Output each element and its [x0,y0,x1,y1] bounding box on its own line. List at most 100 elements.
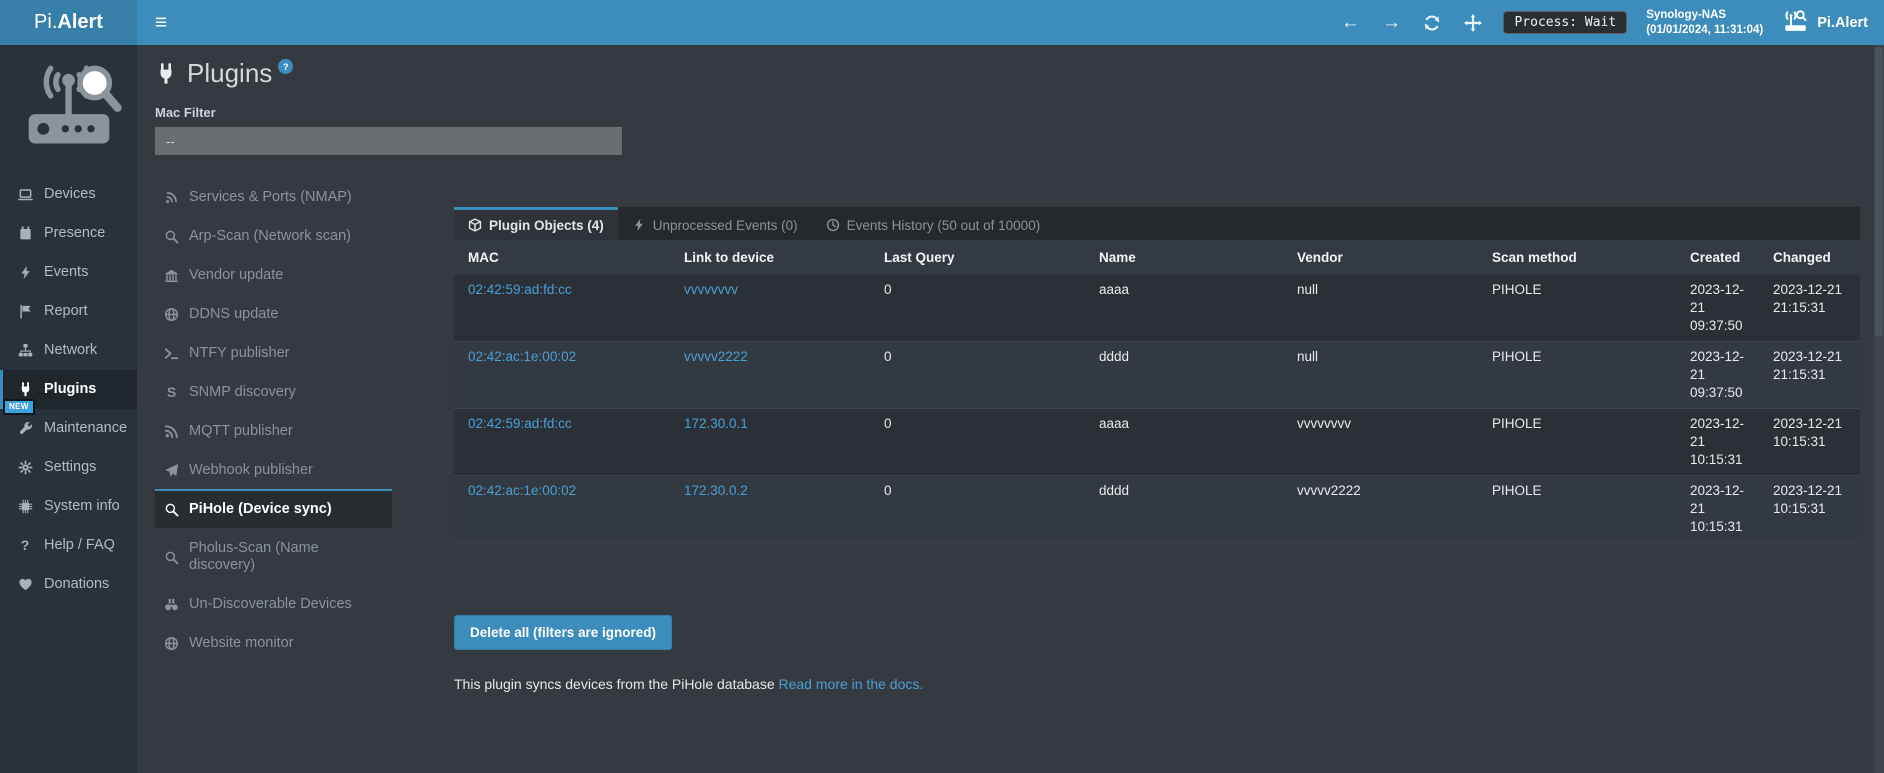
app-logo: Pi.Alert [1782,9,1868,37]
table-row: 02:42:59:ad:fd:ccvvvvvvvv0aaaanullPIHOLE… [454,275,1860,342]
column-header-name: Name [1085,240,1283,275]
tab-plugin-objects-4[interactable]: Plugin Objects (4) [454,207,618,240]
search-icon [163,550,180,565]
cell-scan-method: PIHOLE [1478,476,1676,543]
docs-link[interactable]: Read more in the docs. [779,676,924,692]
plugin-nav-item-un-discoverable-devices[interactable]: Un-Discoverable Devices [155,584,392,623]
table-body: 02:42:59:ad:fd:ccvvvvvvvv0aaaanullPIHOLE… [454,275,1860,543]
table-row: 02:42:ac:1e:00:02172.30.0.20ddddvvvvv222… [454,476,1860,543]
plugin-objects-table: MACLink to deviceLast QueryNameVendorSca… [454,240,1860,543]
cell-vendor: vvvvv2222 [1283,476,1478,543]
cell-changed: 2023-12-21 10:15:31 [1759,476,1860,543]
tab-label: Events History (50 out of 10000) [847,218,1041,233]
router-icon [1782,9,1809,37]
refresh-icon[interactable] [1421,14,1443,32]
mac-filter-input[interactable] [155,127,622,155]
cell-created: 2023-12-21 10:15:31 [1676,476,1759,543]
table-row: 02:42:ac:1e:00:02vvvvv22220ddddnullPIHOL… [454,342,1860,409]
heart-icon [16,577,34,592]
plugin-nav-item-arp-scan-network-scan[interactable]: Arp-Scan (Network scan) [155,216,392,255]
plugin-nav-item-ddns-update[interactable]: DDNS update [155,294,392,333]
plugin-nav-item-snmp-discovery[interactable]: SSNMP discovery [155,372,392,411]
sidebar-item-system-info[interactable]: System info [0,487,137,526]
arrow-right-icon[interactable]: → [1380,13,1402,32]
cell-mac: 02:42:ac:1e:00:02 [454,342,670,409]
plugin-nav-item-mqtt-publisher[interactable]: MQTT publisher [155,411,392,450]
sidebar-item-settings[interactable]: Settings [0,448,137,487]
sidebar-item-label: Presence [44,225,105,242]
sidebar-item-help-faq[interactable]: ?Help / FAQ [0,526,137,565]
plugin-nav-item-label: Vendor update [189,267,283,284]
scrollbar-thumb[interactable] [1875,47,1883,337]
mac-link[interactable]: 02:42:ac:1e:00:02 [468,483,576,498]
page-scrollbar[interactable] [1874,45,1884,773]
device-link[interactable]: vvvvvvvv [684,282,738,297]
question-icon: ? [16,538,34,553]
calendar-icon [16,226,34,241]
plugin-nav-item-website-monitor[interactable]: Website monitor [155,623,392,662]
plugin-nav-item-webhook-publisher[interactable]: Webhook publisher [155,450,392,489]
mac-link[interactable]: 02:42:59:ad:fd:cc [468,416,572,431]
cell-link: vvvvvvvv [670,275,870,342]
brand-prefix: Pi. [34,11,57,34]
bolt-icon [632,218,646,232]
sidebar-item-label: Devices [44,186,96,203]
mac-link[interactable]: 02:42:ac:1e:00:02 [468,349,576,364]
navbar-icons: ←→ [1339,13,1484,32]
plugin-note: This plugin syncs devices from the PiHol… [454,676,1860,692]
move-icon[interactable] [1462,14,1484,32]
arrow-left-icon[interactable]: ← [1339,13,1361,32]
pialert-router-logo [0,45,137,175]
satellite-dish-icon [163,190,180,205]
cell-vendor: null [1283,275,1478,342]
sidebar-item-network[interactable]: Network [0,331,137,370]
bolt-icon [16,265,34,280]
tab-events-history-50-out-of-10000[interactable]: Events History (50 out of 10000) [812,207,1055,240]
host-info: Synology-NAS (01/01/2024, 11:31:04) [1646,8,1763,38]
delete-all-button[interactable]: Delete all (filters are ignored) [454,615,672,650]
help-badge[interactable]: ? [278,59,293,74]
plugin-nav-item-services-ports-nmap[interactable]: Services & Ports (NMAP) [155,177,392,216]
paper-plane-icon [163,463,180,478]
sidebar-item-maintenance[interactable]: MaintenanceNEW [0,409,137,448]
sidebar-item-events[interactable]: Events [0,253,137,292]
sidebar-item-donations[interactable]: Donations [0,565,137,604]
plugin-nav-item-label: MQTT publisher [189,423,293,440]
plug-icon [16,382,34,397]
sidebar-item-report[interactable]: Report [0,292,137,331]
device-link[interactable]: vvvvv2222 [684,349,748,364]
sidebar-nav: DevicesPresenceEventsReportNetworkPlugin… [0,175,137,604]
plugin-nav-item-label: DDNS update [189,306,278,323]
app: { "colors": { "accent": "#3c8dbc", "link… [0,0,1884,773]
column-header-vendor: Vendor [1283,240,1478,275]
column-header-last-query: Last Query [870,240,1085,275]
hamburger-icon[interactable]: ≡ [137,0,185,45]
tab-strip: Plugin Objects (4)Unprocessed Events (0)… [454,207,1860,240]
column-header-scan-method: Scan method [1478,240,1676,275]
plugin-note-text: This plugin syncs devices from the PiHol… [454,676,775,692]
microchip-icon [16,499,34,514]
plugin-nav-item-label: SNMP discovery [189,384,296,401]
plugin-nav-item-vendor-update[interactable]: Vendor update [155,255,392,294]
cell-link: vvvvv2222 [670,342,870,409]
sidebar-item-presence[interactable]: Presence [0,214,137,253]
search-icon [163,229,180,244]
globe-icon [163,636,180,651]
sidebar-item-devices[interactable]: Devices [0,175,137,214]
mac-link[interactable]: 02:42:59:ad:fd:cc [468,282,572,297]
plugin-nav: Services & Ports (NMAP) Arp-Scan (Network… [155,177,392,662]
tab-unprocessed-events-0[interactable]: Unprocessed Events (0) [618,207,812,240]
brand-logo[interactable]: Pi.Alert [0,0,137,45]
rss-icon [163,424,180,439]
sidebar-item-label: System info [44,498,120,515]
host-time: (01/01/2024, 11:31:04) [1646,23,1763,38]
plugin-nav-item-ntfy-publisher[interactable]: NTFY publisher [155,333,392,372]
content-columns: Services & Ports (NMAP) Arp-Scan (Network… [155,177,1874,706]
sidebar-item-label: Settings [44,459,96,476]
device-link[interactable]: 172.30.0.1 [684,416,748,431]
device-link[interactable]: 172.30.0.2 [684,483,748,498]
plugin-nav-item-pholus-scan-name-discovery[interactable]: Pholus-Scan (Name discovery) [155,528,392,584]
page-header: Plugins ? [155,59,1874,90]
plugin-nav-item-label: Arp-Scan (Network scan) [189,228,351,245]
plugin-nav-item-pihole-device-sync[interactable]: PiHole (Device sync) [155,489,392,528]
